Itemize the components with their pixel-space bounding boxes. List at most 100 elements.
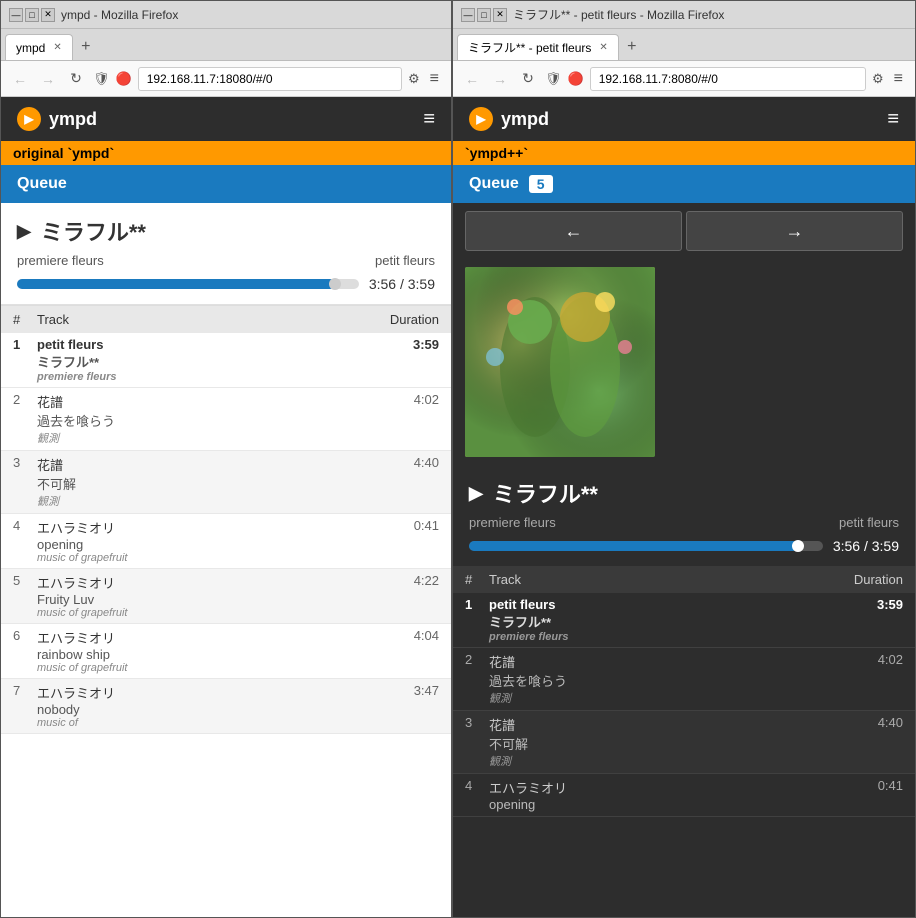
left-play-icon[interactable]: ▶ — [17, 221, 31, 242]
left-new-tab-button[interactable]: + — [73, 34, 99, 60]
right-artist: premiere fleurs — [469, 515, 556, 530]
right-track-duration-2: 4:02 — [843, 652, 903, 667]
left-progress-track[interactable] — [17, 279, 359, 289]
left-refresh-button[interactable]: ↻ — [65, 68, 87, 90]
left-track-num-1: 1 — [13, 337, 37, 352]
left-tab-label: ympd — [16, 41, 45, 55]
table-row[interactable]: 5 エハラミオリ Fruity Luv music of grapefruit … — [1, 569, 451, 624]
right-app-content: ▶ ympd ≡ `ympd++` Queue 5 ← → 🌸 — [453, 97, 915, 917]
left-logo-symbol: ▶ — [24, 112, 33, 126]
right-hamburger-menu[interactable]: ≡ — [887, 108, 899, 131]
left-track-duration-5: 4:22 — [369, 573, 439, 588]
right-col-duration: Duration — [843, 572, 903, 587]
right-track-info-3: 花譜 不可解 観測 — [489, 715, 843, 769]
right-prev-button[interactable]: ← — [465, 211, 682, 251]
right-track-track-4: opening — [489, 797, 843, 812]
right-address-bar: ← → ↻ 🛡 🔴 ⚙ ≡ — [453, 61, 915, 97]
left-progress-thumb — [329, 278, 341, 290]
left-menu-button[interactable]: ≡ — [426, 70, 443, 88]
table-row[interactable]: 4 エハラミオリ opening music of grapefruit 0:4… — [1, 514, 451, 569]
left-col-duration: Duration — [369, 312, 439, 327]
right-track-list-scroll[interactable]: # Track Duration 1 petit fleurs ミラフル** p… — [453, 566, 915, 917]
right-track-duration-4: 0:41 — [843, 778, 903, 793]
right-nav-controls: ← → — [453, 203, 915, 259]
right-track-info-2: 花譜 過去を喰らう 観測 — [489, 652, 843, 706]
left-col-track: Track — [37, 312, 369, 327]
left-minimize-button[interactable]: — — [9, 8, 23, 22]
table-row[interactable]: 2 花譜 過去を喰らう 観測 4:02 — [453, 648, 915, 711]
left-tab-ympd[interactable]: ympd ✕ — [5, 34, 73, 60]
right-close-button[interactable]: ✕ — [493, 8, 507, 22]
left-track-num-6: 6 — [13, 628, 37, 643]
left-version-badge: original `ympd` — [1, 141, 451, 165]
right-track-name-1: petit fleurs — [489, 597, 843, 612]
table-row[interactable]: 2 花譜 過去を喰らう 観測 4:02 — [1, 388, 451, 451]
left-track-name-3: 花譜 — [37, 455, 369, 474]
right-app-header: ▶ ympd ≡ — [453, 97, 915, 141]
right-progress-bar-container: 3:56 / 3:59 — [469, 538, 899, 554]
left-now-playing: ▶ ミラフル** premiere fleurs petit fleurs 3:… — [1, 203, 451, 305]
right-menu-button[interactable]: ≡ — [890, 70, 907, 88]
right-play-icon[interactable]: ▶ — [469, 483, 483, 504]
left-shield-icon: 🛡 — [93, 71, 110, 87]
table-row[interactable]: 7 エハラミオリ nobody music of 3:47 — [1, 679, 451, 734]
right-track-num-1: 1 — [465, 597, 489, 612]
left-track-artist-6: music of grapefruit — [37, 662, 369, 674]
right-refresh-button[interactable]: ↻ — [517, 68, 539, 90]
right-app-logo: ▶ ympd — [469, 107, 549, 131]
right-new-tab-button[interactable]: + — [619, 34, 645, 60]
right-forward-button[interactable]: → — [489, 68, 511, 90]
left-track-duration-4: 0:41 — [369, 518, 439, 533]
right-progress-thumb — [792, 540, 804, 552]
left-track-artist-3: 観測 — [37, 493, 369, 509]
left-track-track-7: nobody — [37, 702, 369, 717]
table-row[interactable]: 1 petit fleurs ミラフル** premiere fleurs 3:… — [453, 593, 915, 648]
left-tab-close[interactable]: ✕ — [53, 42, 61, 53]
right-track-artist-2: 観測 — [489, 690, 843, 706]
right-back-button[interactable]: ← — [461, 68, 483, 90]
left-address-bar: ← → ↻ 🛡 🔴 ⚙ ≡ — [1, 61, 451, 97]
right-address-input[interactable] — [590, 67, 866, 91]
right-track-info-1: petit fleurs ミラフル** premiere fleurs — [489, 597, 843, 643]
right-tab-main[interactable]: ミラフル** - petit fleurs ✕ — [457, 34, 619, 60]
right-shield-icon: 🛡 — [545, 71, 562, 87]
right-track-track-3: 不可解 — [489, 734, 843, 753]
right-privacy-icon: 🔴 — [568, 71, 584, 87]
right-track-track-1: ミラフル** — [489, 612, 843, 631]
left-track-name-2: 花譜 — [37, 392, 369, 411]
left-track-table-header: # Track Duration — [1, 305, 451, 333]
left-browser-window: — □ ✕ ympd - Mozilla Firefox ympd ✕ + ← … — [0, 0, 452, 918]
left-back-button[interactable]: ← — [9, 68, 31, 90]
left-forward-button[interactable]: → — [37, 68, 59, 90]
right-window-controls: — □ ✕ — [461, 8, 507, 22]
left-track-artist-1: premiere fleurs — [37, 371, 369, 383]
left-track-duration-7: 3:47 — [369, 683, 439, 698]
left-track-artist-5: music of grapefruit — [37, 607, 369, 619]
right-maximize-button[interactable]: □ — [477, 8, 491, 22]
left-maximize-button[interactable]: □ — [25, 8, 39, 22]
right-progress-track[interactable] — [469, 541, 823, 551]
left-address-input[interactable] — [138, 67, 402, 91]
right-col-track: Track — [489, 572, 843, 587]
right-progress-fill — [469, 541, 798, 551]
right-col-num: # — [465, 572, 489, 587]
left-track-list-scroll[interactable]: # Track Duration 1 petit fleurs ミラフル** p… — [1, 305, 451, 917]
table-row[interactable]: 4 エハラミオリ opening 0:41 — [453, 774, 915, 817]
left-close-button[interactable]: ✕ — [41, 8, 55, 22]
left-app-title: ympd — [49, 109, 97, 130]
table-row[interactable]: 6 エハラミオリ rainbow ship music of grapefrui… — [1, 624, 451, 679]
right-logo-symbol: ▶ — [476, 112, 485, 126]
left-artist-album: premiere fleurs petit fleurs — [17, 253, 435, 268]
right-track-num-4: 4 — [465, 778, 489, 793]
left-hamburger-menu[interactable]: ≡ — [423, 108, 435, 131]
right-album-art-container: 🌸 — [453, 259, 915, 465]
right-minimize-button[interactable]: — — [461, 8, 475, 22]
table-row[interactable]: 1 petit fleurs ミラフル** premiere fleurs 3:… — [1, 333, 451, 388]
left-track-info-4: エハラミオリ opening music of grapefruit — [37, 518, 369, 564]
left-col-num: # — [13, 312, 37, 327]
right-tab-close[interactable]: ✕ — [599, 42, 607, 53]
table-row[interactable]: 3 花譜 不可解 観測 4:40 — [453, 711, 915, 774]
right-tab-bar: ミラフル** - petit fleurs ✕ + — [453, 29, 915, 61]
table-row[interactable]: 3 花譜 不可解 観測 4:40 — [1, 451, 451, 514]
right-next-button[interactable]: → — [686, 211, 903, 251]
